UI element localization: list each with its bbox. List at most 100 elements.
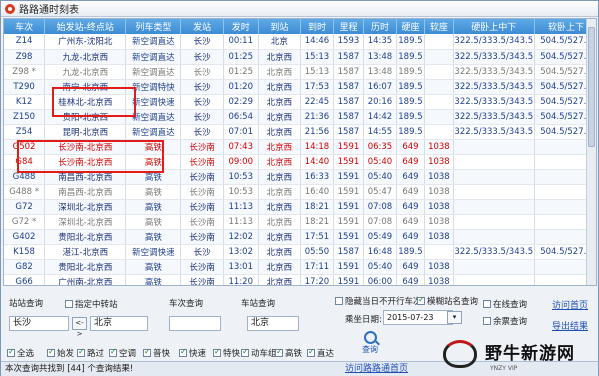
cell-train: G488 * [4,184,46,200]
cell-ss [424,34,454,50]
table-header: 车次 始发站-终点站 列车类型 发站 发时 到站 到时 里程 历时 硬座 软座 硬卧上中下 软卧上下 [4,19,596,34]
cell-to: 北京西 [258,64,302,80]
title-bar: 路路通时刻表 [1,1,598,17]
cell-route: 贵阳北-北京西 [44,229,127,245]
date-picker[interactable]: 2015-07-23 [383,310,453,325]
cell-ss: 1038 [424,214,454,230]
scroll-thumb[interactable] [588,27,595,147]
filter-checkbox[interactable]: 高铁 [275,347,302,359]
app-logo-icon [5,3,15,14]
timetable-grid[interactable]: 车次 始发站-终点站 列车类型 发站 发时 到站 到时 里程 历时 硬座 软座 硬卧上中下 软卧上下 Z… [3,18,597,286]
cell-dep: 10:53 [223,169,259,185]
cell-dep: 01:25 [223,49,259,65]
column-header[interactable]: 里程 [333,19,365,34]
filter-checkbox[interactable]: 普快 [143,347,170,359]
filter-checkbox[interactable]: 快速 [179,347,206,359]
cell-from: 长沙 [180,109,224,125]
filter-checkbox[interactable]: 路过 [77,347,104,359]
cell-train: G66 [4,274,46,285]
table-row[interactable]: Z98 * 九龙-北京西 新空调直达 长沙 01:25 北京西 15:13 1587 13:48… [4,64,596,80]
cell-from: 长沙 [180,49,224,65]
cell-km: 1591 [333,154,365,170]
home-link[interactable]: 访问首页 [552,298,588,311]
hide-no-run-checkbox[interactable]: 隐藏当日不开行车次 [335,295,422,307]
filter-checkbox[interactable]: 特快 [213,347,240,359]
cell-from: 长沙南 [180,274,224,285]
cell-dur: 06:35 [363,139,397,155]
cell-ss [424,79,454,95]
query-button[interactable]: 查询 [353,331,387,357]
cell-type: 高铁 [125,184,182,200]
table-row[interactable]: K158 湛江-北京西 新空调快速 长沙 13:02 北京西 05:50 1587 16:48 1… [4,244,596,260]
table-row[interactable]: Z14 广州东-沈阳北 新空调直达 长沙 00:11 北京 14:46 1593 14:35 18… [4,34,596,50]
station-lookup-input[interactable]: 北京 [247,316,299,331]
train-number-input[interactable] [169,316,221,331]
table-row[interactable]: G402 贵阳北-北京西 高铁 长沙南 12:02 北京西 17:51 1591 05:49 64… [4,229,596,245]
table-row[interactable]: G72 * 深圳北-北京西 高铁 长沙南 11:13 北京西 18:21 1591 07:08 6… [4,214,596,230]
cell-arr: 17:51 [300,229,334,245]
column-header[interactable]: 历时 [363,19,397,34]
table-row[interactable]: Z98 九龙-北京西 新空调直达 长沙 01:25 北京西 15:13 1587 13:48 18… [4,49,596,65]
cell-ss: 1038 [424,229,454,245]
station-lookup-label: 车站查询 [241,299,276,309]
cell-km: 1591 [333,199,365,215]
transfer-checkbox[interactable]: 指定中转站 [65,298,118,310]
filter-checkbox[interactable]: 空调 [109,347,136,359]
cell-ss [424,244,454,260]
remaining-ticket-checkbox[interactable]: 余票查询 [483,315,527,327]
cell-dur: 14:55 [363,124,397,140]
cell-hb: 322.5/333.5/343.5 [453,79,535,95]
column-header[interactable]: 硬卧上中下 [453,19,535,34]
filter-checkbox[interactable]: 全选 [7,347,34,359]
cell-hs: 649 [396,184,426,200]
to-station-input[interactable]: 北京 [90,316,148,331]
cell-arr: 16:33 [300,169,334,185]
column-header[interactable]: 列车类型 [125,19,182,34]
online-query-checkbox[interactable]: 在线查询 [483,298,527,310]
watermark-text: 野牛新游网 [485,343,575,364]
column-header[interactable]: 软座 [424,19,454,34]
cell-arr: 15:13 [300,64,334,80]
cell-dep: 02:29 [223,94,259,110]
cell-hs: 649 [396,214,426,230]
cell-dep: 07:43 [223,139,259,155]
column-header[interactable]: 硬座 [396,19,426,34]
cell-hs: 649 [396,274,426,285]
from-station-input[interactable]: 长沙 [9,316,69,331]
column-header[interactable]: 发时 [223,19,259,34]
filter-checkbox[interactable]: 动车组 [241,347,277,359]
cell-km: 1591 [333,184,365,200]
cell-hs: 649 [396,199,426,215]
cell-hb [453,214,535,230]
swap-stations-button[interactable]: <-> [72,317,87,338]
vertical-scrollbar[interactable] [586,19,596,285]
cell-route: 湛江-北京西 [44,244,127,260]
column-header[interactable]: 到时 [300,19,334,34]
table-row[interactable]: G66 广州南-北京西 高铁 长沙南 11:20 北京西 17:20 1591 06:00 649… [4,274,596,285]
cell-to: 北京西 [258,184,302,200]
cell-from: 长沙南 [180,154,224,170]
filter-checkbox[interactable]: 直达 [307,347,334,359]
cell-type: 新空调直达 [125,49,182,65]
cell-dep: 13:02 [223,244,259,260]
cell-type: 新空调直达 [125,64,182,80]
cell-to: 北京西 [258,94,302,110]
column-header[interactable]: 发站 [180,19,224,34]
cell-from: 长沙南 [180,184,224,200]
table-row[interactable]: G488 * 南昌西-北京西 高铁 长沙南 10:53 北京西 16:40 1591 05:47… [4,184,596,200]
column-header[interactable]: 车次 [4,19,46,34]
table-row[interactable]: G72 深圳北-北京西 高铁 长沙南 11:13 北京西 18:21 1591 07:08 649… [4,199,596,215]
visit-site-link[interactable]: 访问路路通首页 [345,362,408,376]
date-dropdown-icon[interactable]: ▾ [447,311,462,324]
fuzzy-name-checkbox[interactable]: 模糊站名查询 [417,295,478,307]
cell-hs: 189.5 [396,34,426,50]
cell-dep: 01:25 [223,64,259,80]
table-row[interactable]: G82 贵阳北-北京西 高铁 长沙南 13:01 北京西 17:11 1591 05:40 649… [4,259,596,275]
cell-hb [453,154,535,170]
filter-checkbox[interactable]: 始发 [47,347,74,359]
table-row[interactable]: Z54 昆明-北京西 新空调直达 长沙 07:01 北京西 21:56 1587 14:55 18… [4,124,596,140]
column-header[interactable]: 到站 [258,19,302,34]
cell-to: 北京西 [258,244,302,260]
cell-hb: 322.5/333.5/343.5 [453,64,535,80]
column-header[interactable]: 始发站-终点站 [44,19,127,34]
